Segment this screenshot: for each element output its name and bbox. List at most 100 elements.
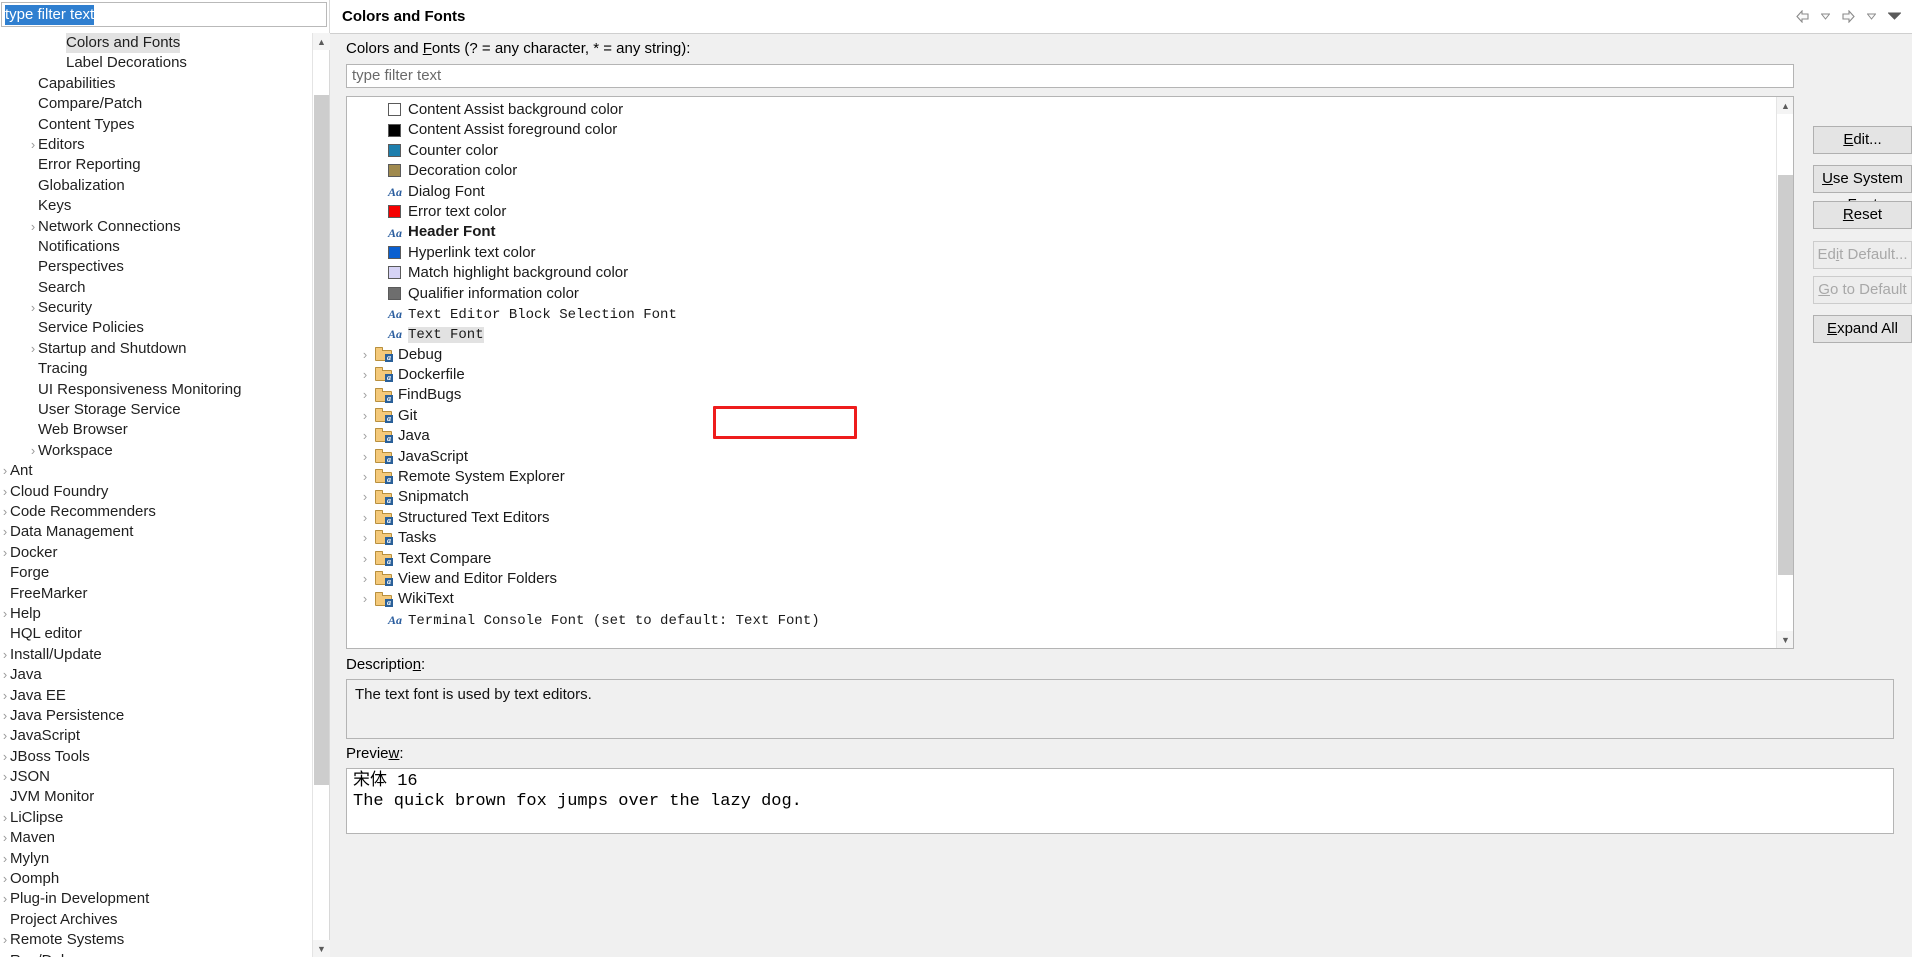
chevron-right-icon[interactable]: › (357, 385, 373, 405)
nav-item[interactable]: › Network Connections (0, 217, 317, 237)
nav-scrollbar[interactable]: ▲ ▼ (312, 33, 330, 957)
chevron-right-icon[interactable]: › (0, 808, 12, 828)
nav-item[interactable]: Notifications (0, 237, 317, 257)
font-tree-scroll-down-icon[interactable]: ▼ (1777, 631, 1793, 648)
nav-item[interactable]: Web Browser (0, 420, 317, 440)
chevron-right-icon[interactable]: › (0, 828, 12, 848)
font-category-row[interactable]: › a Dockerfile (347, 365, 1762, 385)
chevron-right-icon[interactable]: › (0, 706, 12, 726)
font-entry-row[interactable]: › Aa Text Font (347, 324, 1762, 344)
nav-item[interactable]: › Data Management (0, 522, 317, 542)
nav-item[interactable]: › Startup and Shutdown (0, 339, 317, 359)
font-entry-row[interactable]: › Content Assist background color (347, 100, 1762, 120)
nav-item[interactable]: Capabilities (0, 74, 317, 94)
nav-item[interactable]: › Workspace (0, 441, 317, 461)
chevron-right-icon[interactable]: › (26, 135, 40, 155)
nav-item[interactable]: › JSON (0, 767, 317, 787)
chevron-right-icon[interactable]: › (0, 645, 12, 665)
nav-item[interactable]: › Help (0, 604, 317, 624)
font-entry-row[interactable]: › Aa Terminal Console Font (set to default… (347, 610, 1762, 630)
font-tree-scrollbar-thumb[interactable] (1778, 175, 1793, 575)
nav-item[interactable]: Search (0, 278, 317, 298)
nav-item[interactable]: Forge (0, 563, 317, 583)
nav-item[interactable]: Globalization (0, 176, 317, 196)
nav-item[interactable]: Service Policies (0, 318, 317, 338)
chevron-right-icon[interactable]: › (0, 869, 12, 889)
font-tree-scrollbar[interactable]: ▲ ▼ (1776, 97, 1793, 648)
nav-item[interactable]: ›Run/Debug (0, 951, 317, 957)
chevron-right-icon[interactable]: › (0, 522, 12, 542)
nav-item[interactable]: › LiClipse (0, 808, 317, 828)
nav-item[interactable]: Label Decorations (0, 53, 317, 73)
back-arrow-icon[interactable] (1792, 6, 1812, 26)
nav-item[interactable]: Compare/Patch (0, 94, 317, 114)
nav-item[interactable]: › Java (0, 665, 317, 685)
nav-item[interactable]: Colors and Fonts (0, 33, 317, 54)
chevron-right-icon[interactable]: › (357, 426, 373, 446)
nav-item[interactable]: JVM Monitor (0, 787, 317, 807)
chevron-right-icon[interactable]: › (357, 406, 373, 426)
font-entry-row[interactable]: › Hyperlink text color (347, 243, 1762, 263)
font-entry-row[interactable]: › Decoration color (347, 161, 1762, 181)
nav-item[interactable]: › Java EE (0, 686, 317, 706)
nav-item[interactable]: › Security (0, 298, 317, 318)
nav-item[interactable]: › Ant (0, 461, 317, 481)
nav-item[interactable]: Tracing (0, 359, 317, 379)
nav-item[interactable]: › Docker (0, 543, 317, 563)
font-entry-row[interactable]: › Match highlight background color (347, 263, 1762, 283)
use-system-font-button[interactable]: Use System Font (1813, 165, 1912, 213)
nav-item[interactable]: › JBoss Tools (0, 747, 317, 767)
chevron-right-icon[interactable]: › (357, 345, 373, 365)
chevron-right-icon[interactable]: › (0, 849, 12, 869)
nav-item[interactable]: HQL editor (0, 624, 317, 644)
chevron-right-icon[interactable]: › (357, 569, 373, 589)
nav-item[interactable]: › Maven (0, 828, 317, 848)
back-dropdown-icon[interactable] (1815, 6, 1835, 26)
font-category-row[interactable]: › a Text Compare (347, 549, 1762, 569)
chevron-right-icon[interactable]: › (357, 528, 373, 548)
forward-arrow-icon[interactable] (1838, 6, 1858, 26)
font-category-row[interactable]: › a Snipmatch (347, 487, 1762, 507)
chevron-right-icon[interactable]: › (357, 508, 373, 528)
nav-item[interactable]: › Mylyn (0, 849, 317, 869)
edit-button[interactable]: Edit... (1813, 126, 1912, 154)
nav-item[interactable]: › JavaScript (0, 726, 317, 746)
font-filter-input[interactable]: type filter text (346, 64, 1794, 88)
chevron-right-icon[interactable]: › (0, 461, 12, 481)
chevron-right-icon[interactable]: › (357, 365, 373, 385)
nav-item[interactable]: Keys (0, 196, 317, 216)
nav-item[interactable]: Perspectives (0, 257, 317, 277)
font-category-row[interactable]: › a Remote System Explorer (347, 467, 1762, 487)
chevron-right-icon[interactable]: › (26, 217, 40, 237)
chevron-right-icon[interactable]: › (0, 502, 12, 522)
chevron-right-icon[interactable]: › (357, 467, 373, 487)
font-category-row[interactable]: › a WikiText (347, 589, 1762, 609)
nav-item[interactable]: › Editors (0, 135, 317, 155)
chevron-right-icon[interactable]: › (0, 889, 12, 909)
nav-item[interactable]: Content Types (0, 115, 317, 135)
nav-item[interactable]: User Storage Service (0, 400, 317, 420)
chevron-right-icon[interactable]: › (26, 298, 40, 318)
reset-button[interactable]: Reset (1813, 201, 1912, 229)
font-category-row[interactable]: › a JavaScript (347, 447, 1762, 467)
font-category-row[interactable]: › a Structured Text Editors (347, 508, 1762, 528)
font-tree-scroll-up-icon[interactable]: ▲ (1777, 97, 1793, 114)
nav-scrollbar-thumb[interactable] (314, 95, 329, 785)
chevron-right-icon[interactable]: › (357, 487, 373, 507)
nav-item[interactable]: › Install/Update (0, 645, 317, 665)
font-entry-row[interactable]: › Counter color (347, 141, 1762, 161)
nav-item[interactable]: › Plug-in Development (0, 889, 317, 909)
menu-dropdown-icon[interactable] (1884, 6, 1904, 26)
forward-dropdown-icon[interactable] (1861, 6, 1881, 26)
nav-item[interactable]: › Oomph (0, 869, 317, 889)
font-entry-row[interactable]: › Qualifier information color (347, 284, 1762, 304)
chevron-right-icon[interactable]: › (0, 665, 12, 685)
font-entry-row[interactable]: › Aa Text Editor Block Selection Font (347, 304, 1762, 324)
colors-and-fonts-tree[interactable]: › Content Assist background color › Content… (347, 100, 1762, 630)
chevron-right-icon[interactable]: › (357, 549, 373, 569)
chevron-right-icon[interactable]: › (0, 482, 12, 502)
nav-item[interactable]: Project Archives (0, 910, 317, 930)
font-entry-row[interactable]: › Error text color (347, 202, 1762, 222)
font-entry-row[interactable]: › Aa Dialog Font (347, 182, 1762, 202)
chevron-right-icon[interactable]: › (0, 604, 12, 624)
